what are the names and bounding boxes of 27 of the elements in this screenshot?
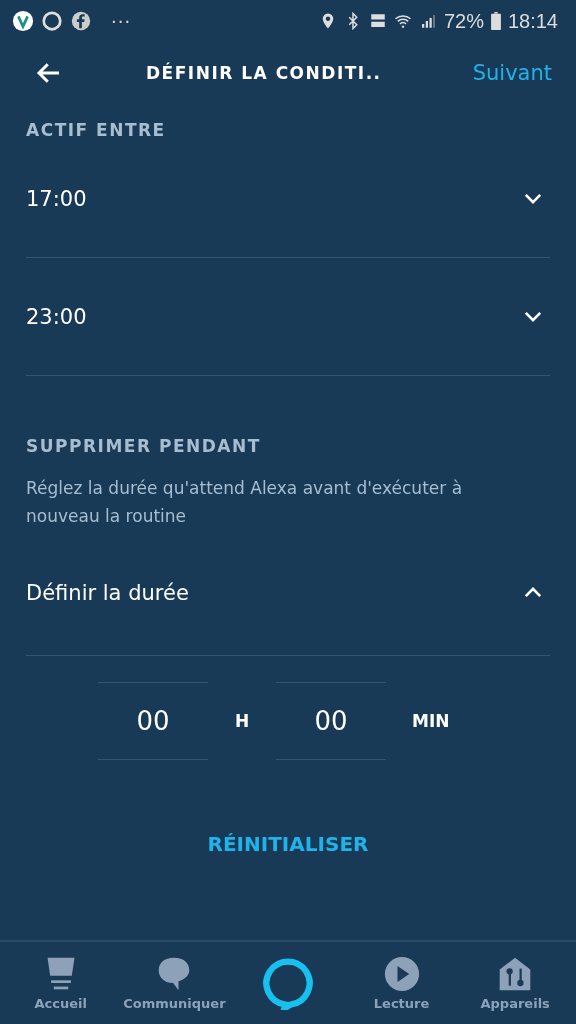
app-icon: [12, 10, 34, 32]
hours-unit: H: [233, 711, 251, 731]
hours-field[interactable]: 00: [98, 682, 208, 760]
section-heading: ACTIF ENTRE: [26, 120, 167, 140]
next-button[interactable]: Suivant: [472, 61, 552, 85]
section-heading: SUPPRIMER PENDANT: [26, 436, 262, 456]
minutes-field[interactable]: 00: [276, 682, 386, 760]
battery-percent: 72%: [443, 9, 484, 33]
more-notifications: ···: [111, 10, 132, 32]
wifi-icon: [393, 12, 412, 30]
duration-dropdown[interactable]: Définir la durée: [26, 530, 550, 656]
play-icon: [383, 955, 420, 992]
page-title: DÉFINIR LA CONDITI..: [146, 63, 383, 83]
nav-tab[interactable]: Appareils: [465, 955, 566, 1011]
time-dropdown[interactable]: 17:00: [26, 140, 550, 258]
time-dropdown[interactable]: 23:00: [26, 258, 550, 376]
section-description: Réglez la durée qu'attend Alexa avant d'exécuter à nouveau la routine: [26, 477, 464, 528]
nav-tab[interactable]: Lecture: [351, 955, 452, 1011]
clock: 18:14: [507, 9, 558, 33]
ring-icon: [41, 10, 63, 32]
reset-button[interactable]: RÉINITIALISER: [203, 828, 373, 860]
alexa-ring-icon: [261, 956, 315, 1010]
nav-tab[interactable]: Accueil: [10, 955, 111, 1011]
minutes-unit: MIN: [412, 711, 450, 731]
nav-tab[interactable]: Communiquer: [124, 955, 225, 1011]
battery-icon: [490, 12, 501, 30]
social-app-icon: [70, 10, 92, 32]
